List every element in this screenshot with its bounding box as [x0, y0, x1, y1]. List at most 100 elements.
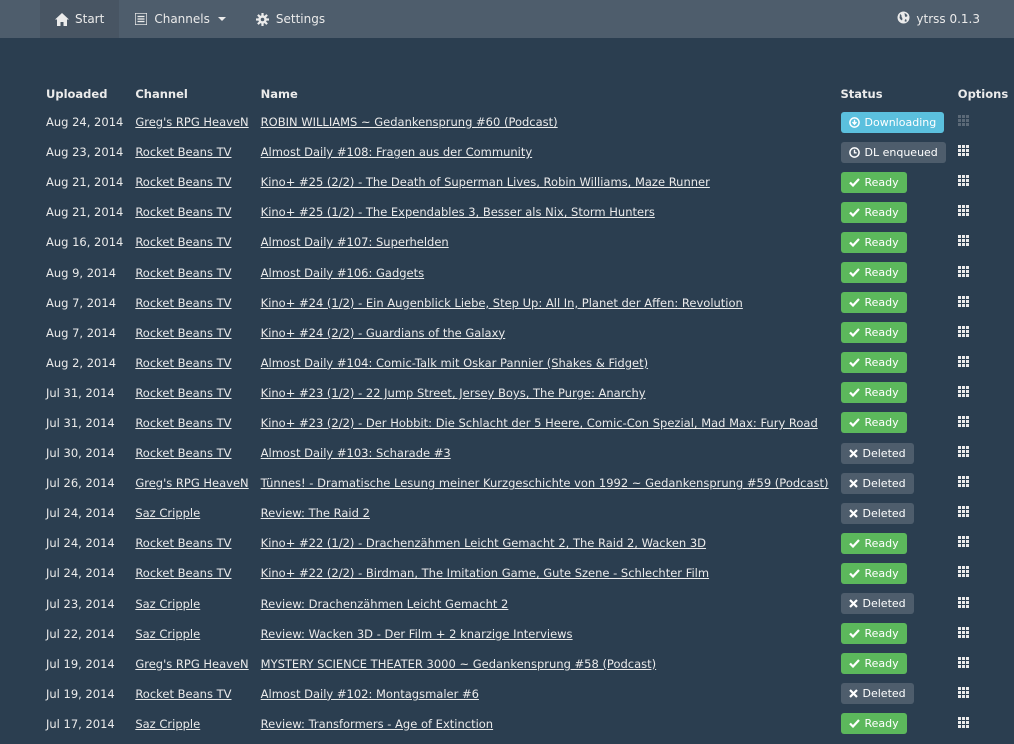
- channel-link[interactable]: Rocket Beans TV: [135, 205, 231, 219]
- channel-link[interactable]: Rocket Beans TV: [135, 356, 231, 370]
- table-header-row: Uploaded Channel Name Status Options: [40, 80, 1014, 107]
- options-grid-icon[interactable]: [957, 446, 969, 458]
- video-title-link[interactable]: Kino+ #25 (2/2) - The Death of Superman …: [261, 175, 710, 189]
- table-row: Aug 24, 2014 Greg's RPG HeaveN ROBIN WILLI…: [40, 107, 1014, 137]
- channel-link[interactable]: Greg's RPG HeaveN: [135, 657, 248, 671]
- channel-link[interactable]: Saz Cripple: [135, 627, 200, 641]
- options-grid-icon[interactable]: [957, 476, 969, 488]
- x-icon: [848, 508, 858, 518]
- table-row: Aug 16, 2014 Rocket Beans TV Almost Daily …: [40, 227, 1014, 257]
- check-icon: [848, 358, 860, 368]
- check-icon: [848, 539, 860, 548]
- video-title-link[interactable]: Kino+ #22 (2/2) - Birdman, The Imitation…: [261, 566, 709, 580]
- video-title-link[interactable]: Almost Daily #107: Superhelden: [261, 235, 449, 249]
- video-title-link[interactable]: Review: Drachenzähmen Leicht Gemacht 2: [261, 597, 509, 611]
- options-grid-icon[interactable]: [957, 385, 969, 397]
- x-icon: [848, 599, 858, 608]
- options-grid-icon[interactable]: [957, 686, 969, 698]
- video-title-link[interactable]: Kino+ #23 (2/2) - Der Hobbit: Die Schlac…: [261, 416, 818, 430]
- channel-link[interactable]: Rocket Beans TV: [135, 296, 231, 310]
- options-grid-icon[interactable]: [957, 295, 969, 307]
- table-row: Aug 23, 2014 Rocket Beans TV Almost Daily …: [40, 137, 1014, 167]
- channel-link[interactable]: Rocket Beans TV: [135, 386, 231, 400]
- options-grid-icon[interactable]: [957, 145, 969, 157]
- video-title-link[interactable]: Kino+ #25 (1/2) - The Expendables 3, Bes…: [261, 205, 655, 219]
- channel-link[interactable]: Rocket Beans TV: [135, 145, 231, 159]
- channel-link[interactable]: Rocket Beans TV: [135, 687, 231, 701]
- header-channel[interactable]: Channel: [129, 80, 254, 107]
- options-grid-icon[interactable]: [957, 506, 969, 518]
- globe-icon: [897, 11, 910, 27]
- video-title-link[interactable]: ROBIN WILLIAMS ~ Gedankensprung #60 (Pod…: [261, 115, 558, 129]
- upload-date: Aug 21, 2014: [46, 205, 124, 220]
- video-title-link[interactable]: Kino+ #23 (1/2) - 22 Jump Street, Jersey…: [261, 386, 646, 400]
- table-row: Jul 22, 2014 Saz Cripple Review: Wacken 3D…: [40, 619, 1014, 649]
- options-grid-icon[interactable]: [957, 626, 969, 638]
- channel-link[interactable]: Saz Cripple: [135, 597, 200, 611]
- header-name[interactable]: Name: [255, 80, 835, 107]
- video-title-link[interactable]: Kino+ #22 (1/2) - Drachenzähmen Leicht G…: [261, 536, 706, 550]
- table-row: Jul 24, 2014 Rocket Beans TV Kino+ #22 (2/…: [40, 558, 1014, 588]
- options-grid-icon[interactable]: [957, 415, 969, 427]
- check-icon: [848, 177, 860, 187]
- options-grid-icon[interactable]: [957, 205, 969, 217]
- status-label: Deleted: [862, 446, 906, 460]
- channel-link[interactable]: Rocket Beans TV: [135, 416, 231, 430]
- options-grid-icon[interactable]: [957, 355, 969, 367]
- videos-table: Uploaded Channel Name Status Options Aug…: [40, 80, 1014, 739]
- options-grid-icon[interactable]: [957, 656, 969, 668]
- status-badge: Ready: [840, 382, 907, 404]
- table-row: Jul 26, 2014 Greg's RPG HeaveN Tünnes! - D…: [40, 468, 1014, 498]
- video-title-link[interactable]: Almost Daily #103: Scharade #3: [261, 446, 451, 460]
- video-title-link[interactable]: Kino+ #24 (1/2) - Ein Augenblick Liebe, …: [261, 296, 743, 310]
- status-badge: Ready: [840, 713, 907, 735]
- channel-link[interactable]: Greg's RPG HeaveN: [135, 115, 248, 129]
- channel-link[interactable]: Rocket Beans TV: [135, 175, 231, 189]
- channel-link[interactable]: Rocket Beans TV: [135, 446, 231, 460]
- options-grid-icon[interactable]: [957, 536, 969, 548]
- options-grid-icon[interactable]: [957, 566, 969, 578]
- status-label: Deleted: [862, 476, 906, 490]
- status-label: Deleted: [862, 687, 906, 701]
- nav-start[interactable]: Start: [40, 0, 120, 38]
- video-title-link[interactable]: Almost Daily #108: Fragen aus der Commun…: [261, 145, 533, 159]
- table-row: Aug 21, 2014 Rocket Beans TV Kino+ #25 (2/…: [40, 167, 1014, 197]
- video-title-link[interactable]: Almost Daily #104: Comic-Talk mit Oskar …: [261, 356, 648, 370]
- nav-settings[interactable]: Settings: [241, 0, 340, 38]
- video-title-link[interactable]: Review: Wacken 3D - Der Film + 2 knarzig…: [261, 627, 573, 641]
- video-title-link[interactable]: Almost Daily #106: Gadgets: [261, 266, 424, 280]
- video-title-link[interactable]: Review: Transformers - Age of Extinction: [261, 717, 493, 731]
- app-brand[interactable]: ytrss 0.1.3: [897, 0, 980, 38]
- video-title-link[interactable]: Almost Daily #102: Montagsmaler #6: [261, 687, 479, 701]
- options-grid-icon[interactable]: [957, 235, 969, 247]
- channel-link[interactable]: Rocket Beans TV: [135, 326, 231, 340]
- header-status[interactable]: Status: [835, 80, 952, 107]
- video-title-link[interactable]: Review: The Raid 2: [261, 506, 370, 520]
- options-grid-icon[interactable]: [957, 716, 969, 728]
- video-title-link[interactable]: MYSTERY SCIENCE THEATER 3000 ~ Gedankens…: [261, 657, 657, 671]
- table-row: Aug 21, 2014 Rocket Beans TV Kino+ #25 (1/…: [40, 197, 1014, 227]
- options-grid-icon[interactable]: [957, 175, 969, 187]
- options-grid-icon[interactable]: [957, 115, 969, 127]
- video-title-link[interactable]: Tünnes! - Dramatische Lesung meiner Kurz…: [261, 476, 829, 490]
- status-badge: Ready: [840, 623, 907, 645]
- channel-link[interactable]: Saz Cripple: [135, 506, 200, 520]
- channel-link[interactable]: Rocket Beans TV: [135, 235, 231, 249]
- options-grid-icon[interactable]: [957, 596, 969, 608]
- channel-link[interactable]: Saz Cripple: [135, 717, 200, 731]
- options-grid-icon[interactable]: [957, 325, 969, 337]
- upload-date: Jul 22, 2014: [46, 626, 115, 641]
- channel-link[interactable]: Greg's RPG HeaveN: [135, 476, 248, 490]
- channel-link[interactable]: Rocket Beans TV: [135, 536, 231, 550]
- options-grid-icon[interactable]: [957, 265, 969, 277]
- nav-channels-dropdown[interactable]: Channels: [119, 0, 241, 38]
- status-badge: DL enqueued: [840, 141, 946, 163]
- channel-link[interactable]: Rocket Beans TV: [135, 566, 231, 580]
- video-title-link[interactable]: Kino+ #24 (2/2) - Guardians of the Galax…: [261, 326, 506, 340]
- table-row: Jul 17, 2014 Saz Cripple Review: Transform…: [40, 709, 1014, 739]
- status-label: Ready: [864, 416, 899, 430]
- upload-date: Jul 17, 2014: [46, 716, 115, 731]
- status-badge: Deleted: [840, 442, 914, 464]
- channel-link[interactable]: Rocket Beans TV: [135, 266, 231, 280]
- header-uploaded[interactable]: Uploaded: [40, 80, 129, 107]
